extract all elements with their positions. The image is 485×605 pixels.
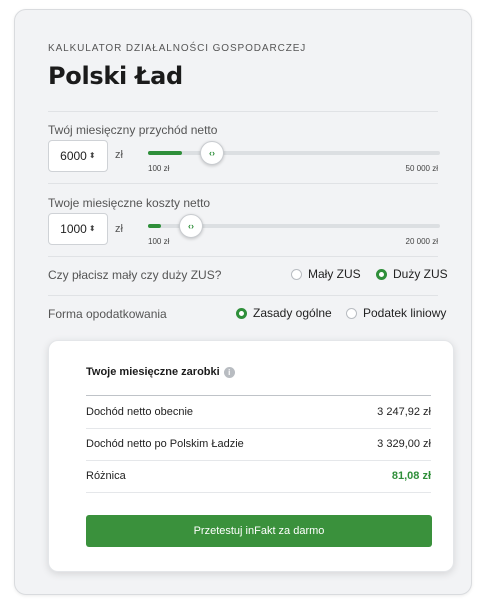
try-infakt-button[interactable]: Przetestuj inFakt za darmo [86, 515, 432, 547]
earnings-title-text: Twoje miesięczne zarobki [86, 366, 220, 378]
calculator-eyebrow: KALKULATOR DZIAŁALNOŚCI GOSPODARCZEJ [48, 43, 307, 54]
radio-maly-zus[interactable]: Mały ZUS [291, 267, 361, 281]
income-slider[interactable]: ‹› [148, 141, 440, 165]
stepper-icon[interactable]: ⬍ [89, 152, 96, 160]
divider [48, 295, 438, 296]
difference-label: Różnica [86, 470, 126, 482]
page-title: Polski Ład [48, 62, 183, 90]
earnings-panel: Twoje miesięczne zarobki i Dochód netto … [48, 340, 454, 572]
costs-slider-fill [148, 224, 161, 228]
divider [48, 183, 438, 184]
radio-label: Duży ZUS [393, 267, 448, 281]
divider [86, 460, 431, 461]
income-slider-handle[interactable]: ‹› [200, 141, 224, 165]
calculator-card: KALKULATOR DZIAŁALNOŚCI GOSPODARCZEJ Pol… [14, 9, 472, 595]
radio-podatek-liniowy[interactable]: Podatek liniowy [346, 306, 446, 320]
costs-slider[interactable]: ‹› [148, 214, 440, 238]
costs-value: 1000 [60, 222, 87, 236]
radio-label: Mały ZUS [308, 267, 361, 281]
row-value: 3 329,00 zł [377, 438, 431, 450]
divider [86, 492, 431, 493]
radio-duzy-zus[interactable]: Duży ZUS [376, 267, 448, 281]
radio-label: Zasady ogólne [253, 306, 332, 320]
divider [48, 111, 438, 112]
earnings-title: Twoje miesięczne zarobki i [86, 366, 235, 378]
income-input[interactable]: 6000 ⬍ [48, 140, 108, 172]
income-min-label: 100 zł [148, 164, 170, 173]
income-value: 6000 [60, 149, 87, 163]
radio-zasady-ogolne[interactable]: Zasady ogólne [236, 306, 332, 320]
income-max-label: 50 000 zł [405, 164, 438, 173]
radio-label: Podatek liniowy [363, 306, 447, 320]
costs-label: Twoje miesięczne koszty netto [48, 196, 211, 210]
radio-icon[interactable] [291, 268, 302, 280]
costs-slider-handle[interactable]: ‹› [179, 214, 203, 238]
stepper-icon[interactable]: ⬍ [89, 225, 96, 233]
tax-label: Forma opodatkowania [48, 307, 167, 321]
row-label: Dochód netto po Polskim Ładzie [86, 438, 244, 450]
radio-icon[interactable] [346, 307, 357, 319]
income-label: Twój miesięczny przychód netto [48, 123, 218, 137]
radio-selected-icon[interactable] [236, 307, 247, 319]
income-slider-fill [148, 151, 182, 155]
costs-unit: zł [115, 223, 123, 235]
divider [86, 428, 431, 429]
costs-input[interactable]: 1000 ⬍ [48, 213, 108, 245]
costs-max-label: 20 000 zł [405, 237, 438, 246]
zus-label: Czy płacisz mały czy duży ZUS? [48, 268, 222, 282]
row-value: 3 247,92 zł [377, 406, 431, 418]
row-label: Dochód netto obecnie [86, 406, 194, 418]
divider [48, 256, 438, 257]
radio-selected-icon[interactable] [376, 268, 387, 280]
info-icon[interactable]: i [223, 366, 235, 378]
income-unit: zł [115, 149, 123, 161]
difference-value: 81,08 zł [391, 470, 431, 482]
divider [86, 395, 431, 396]
costs-min-label: 100 zł [148, 237, 170, 246]
